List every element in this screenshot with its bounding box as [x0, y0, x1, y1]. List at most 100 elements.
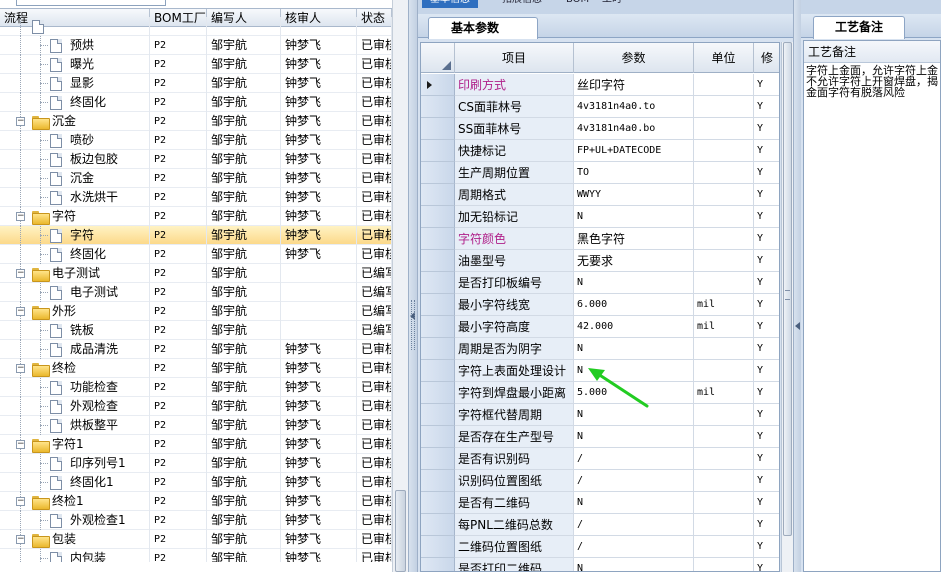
param-modify-flag-cell[interactable]: Y: [754, 514, 779, 536]
tree-node-name-cell[interactable]: 终固化: [0, 245, 150, 264]
tree-node-name-cell[interactable]: 外观检查1: [0, 511, 150, 530]
param-row[interactable]: 是否存在生产型号 N Y: [421, 426, 779, 448]
tab-process-notes[interactable]: 工艺备注: [813, 16, 905, 39]
param-value-cell[interactable]: N: [574, 338, 694, 360]
tree-row[interactable]: 沉金 P2邹宇航钟梦飞已审核: [0, 169, 392, 188]
row-selector[interactable]: [421, 96, 455, 118]
params-scrollbar[interactable]: [781, 42, 793, 572]
param-value-cell[interactable]: N: [574, 492, 694, 514]
tab-extended-info[interactable]: 拓展信息: [494, 0, 550, 8]
row-selector[interactable]: [421, 118, 455, 140]
tree-row[interactable]: − 包装 P2邹宇航钟梦飞已审核: [0, 530, 392, 549]
tree-scrollbar-thumb[interactable]: [395, 490, 406, 572]
tree-node-name-cell[interactable]: − 字符: [0, 207, 150, 226]
param-unit-cell[interactable]: [694, 206, 754, 228]
param-value-cell[interactable]: 丝印字符: [574, 74, 694, 96]
collapse-icon[interactable]: −: [16, 307, 25, 316]
row-selector[interactable]: [421, 162, 455, 184]
param-value-cell[interactable]: WWYY: [574, 184, 694, 206]
row-selector[interactable]: [421, 316, 455, 338]
tab-basic-info[interactable]: 基本信息: [422, 0, 478, 8]
row-selector[interactable]: [421, 426, 455, 448]
param-row[interactable]: 印刷方式 丝印字符 Y: [421, 74, 779, 96]
tree-row[interactable]: − 电子测试 P2邹宇航 已编写: [0, 264, 392, 283]
param-row[interactable]: 识别码位置图纸 / Y: [421, 470, 779, 492]
param-value-cell[interactable]: N: [574, 360, 694, 382]
param-row[interactable]: 周期是否为阴字 N Y: [421, 338, 779, 360]
param-unit-cell[interactable]: [694, 536, 754, 558]
tree-row[interactable]: 电子测试 P2邹宇航 已编写: [0, 283, 392, 302]
param-unit-cell[interactable]: [694, 162, 754, 184]
row-selector[interactable]: [421, 404, 455, 426]
param-value-cell[interactable]: 4v3181n4a0.to: [574, 96, 694, 118]
param-unit-cell[interactable]: [694, 492, 754, 514]
param-row[interactable]: CS面菲林号 4v3181n4a0.to Y: [421, 96, 779, 118]
row-selector[interactable]: [421, 492, 455, 514]
param-unit-cell[interactable]: mil: [694, 382, 754, 404]
tree-row[interactable]: 终固化 P2邹宇航钟梦飞已审核: [0, 245, 392, 264]
tree-node-name-cell[interactable]: − 沉金: [0, 112, 150, 131]
splitter-grip[interactable]: [411, 300, 415, 350]
param-modify-flag-cell[interactable]: Y: [754, 492, 779, 514]
tree-row[interactable]: − 字符 P2邹宇航钟梦飞已审核: [0, 207, 392, 226]
collapse-icon[interactable]: −: [16, 535, 25, 544]
tree-row[interactable]: 烘板整平 P2邹宇航钟梦飞已审核: [0, 416, 392, 435]
left-splitter[interactable]: [408, 0, 418, 572]
tree-node-name-cell[interactable]: − 外形: [0, 302, 150, 321]
collapse-icon[interactable]: −: [16, 117, 25, 126]
tree-node-name-cell[interactable]: 功能检查: [0, 378, 150, 397]
param-unit-cell[interactable]: [694, 140, 754, 162]
param-modify-flag-cell[interactable]: Y: [754, 162, 779, 184]
tree-row[interactable]: 显影 P2邹宇航钟梦飞已审核: [0, 74, 392, 93]
row-selector[interactable]: [421, 228, 455, 250]
tree-node-name-cell[interactable]: 喷砂: [0, 131, 150, 150]
param-modify-flag-cell[interactable]: Y: [754, 228, 779, 250]
param-modify-flag-cell[interactable]: Y: [754, 316, 779, 338]
tree-node-name-cell[interactable]: 铣板: [0, 321, 150, 340]
param-row[interactable]: 周期格式 WWYY Y: [421, 184, 779, 206]
tree-node-name-cell[interactable]: − 终检1: [0, 492, 150, 511]
param-modify-flag-cell[interactable]: Y: [754, 250, 779, 272]
param-value-cell[interactable]: 5.000: [574, 382, 694, 404]
collapse-icon[interactable]: −: [16, 440, 25, 449]
param-modify-flag-cell[interactable]: Y: [754, 338, 779, 360]
param-value-cell[interactable]: /: [574, 448, 694, 470]
param-value-cell[interactable]: /: [574, 514, 694, 536]
param-row[interactable]: 每PNL二维码总数 / Y: [421, 514, 779, 536]
tree-node-name-cell[interactable]: [0, 17, 150, 36]
right-splitter[interactable]: [793, 0, 801, 572]
param-unit-cell[interactable]: [694, 404, 754, 426]
param-modify-flag-cell[interactable]: Y: [754, 536, 779, 558]
param-value-cell[interactable]: 无要求: [574, 250, 694, 272]
param-unit-cell[interactable]: [694, 558, 754, 571]
param-unit-cell[interactable]: [694, 74, 754, 96]
col-header-unit[interactable]: 单位: [694, 43, 754, 73]
select-all-corner[interactable]: [421, 43, 455, 73]
tree-node-name-cell[interactable]: 外观检查: [0, 397, 150, 416]
param-modify-flag-cell[interactable]: Y: [754, 448, 779, 470]
param-row[interactable]: 字符到焊盘最小距离 5.000 mil Y: [421, 382, 779, 404]
col-header-value[interactable]: 参数: [574, 43, 694, 73]
tab-basic-params[interactable]: 基本参数: [428, 17, 538, 39]
row-selector[interactable]: [421, 272, 455, 294]
row-selector[interactable]: [421, 448, 455, 470]
param-row[interactable]: 二维码位置图纸 / Y: [421, 536, 779, 558]
row-selector[interactable]: [421, 206, 455, 228]
param-row[interactable]: 油墨型号 无要求 Y: [421, 250, 779, 272]
row-selector[interactable]: [421, 382, 455, 404]
row-selector[interactable]: [421, 558, 455, 571]
tree-node-name-cell[interactable]: 显影: [0, 74, 150, 93]
param-modify-flag-cell[interactable]: Y: [754, 426, 779, 448]
tree-row[interactable]: 喷砂 P2邹宇航钟梦飞已审核: [0, 131, 392, 150]
tree-row[interactable]: 终固化 P2邹宇航钟梦飞已审核: [0, 93, 392, 112]
param-value-cell[interactable]: N: [574, 272, 694, 294]
tree-row[interactable]: 板边包胶 P2邹宇航钟梦飞已审核: [0, 150, 392, 169]
param-row[interactable]: 是否打印二维码 N Y: [421, 558, 779, 571]
tree-row[interactable]: − 外形 P2邹宇航 已编写: [0, 302, 392, 321]
tree-row[interactable]: 内包装 P2邹宇航钟梦飞已审核: [0, 549, 392, 562]
tree-row[interactable]: 外观检查1 P2邹宇航钟梦飞已审核: [0, 511, 392, 530]
tree-node-name-cell[interactable]: − 电子测试: [0, 264, 150, 283]
row-selector[interactable]: [421, 294, 455, 316]
param-unit-cell[interactable]: [694, 470, 754, 492]
param-value-cell[interactable]: N: [574, 206, 694, 228]
